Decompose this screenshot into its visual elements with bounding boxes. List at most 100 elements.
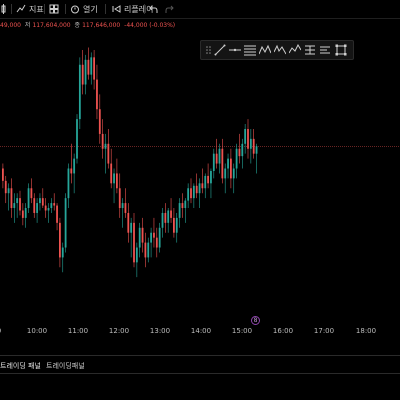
candle [90,52,93,85]
candle [210,168,212,199]
time-axis-tick: 17:00 [313,327,335,335]
candle [41,188,44,209]
candle [101,119,104,159]
candle [127,203,130,243]
elliott-icon[interactable] [274,44,286,56]
candle [30,178,33,204]
candle [24,203,27,228]
candle [238,133,241,164]
candle [84,54,87,95]
time-axis-tick-partial: 0 [0,327,1,335]
candle [255,143,258,174]
candle [158,222,161,253]
candle [164,203,167,233]
candle [249,128,252,164]
candle [50,198,53,213]
candle [118,173,121,218]
candle [221,138,224,184]
measure-icon[interactable] [304,44,316,56]
candle [133,212,135,268]
candle [147,237,150,263]
candle [161,208,164,238]
candle [93,49,95,90]
candle [187,183,190,209]
candle [76,114,78,164]
candle [184,198,187,223]
candle [70,143,73,184]
time-axis-tick: 10:00 [26,327,48,335]
candle [61,242,64,273]
candle [241,138,244,169]
candle [215,138,218,169]
candle [33,193,36,218]
candle [113,168,115,204]
candle [232,163,235,194]
time-axis-tick: 15:00 [231,327,253,335]
horizontal-line-icon[interactable] [229,44,241,56]
range-icon[interactable] [289,44,301,56]
candle [173,208,175,238]
fib-icon[interactable] [244,44,256,56]
trend-line-icon[interactable] [214,44,226,56]
candle [59,217,61,268]
candle [230,148,232,189]
candle [104,133,107,174]
candle [141,217,144,253]
candle [150,227,152,258]
candle [21,203,24,226]
candle [56,203,58,231]
pattern-icon[interactable] [259,44,271,56]
candle [167,208,170,233]
candle [218,143,221,174]
candle [153,217,155,248]
long-position-icon[interactable] [319,44,331,56]
candle [138,222,141,258]
candle [87,47,90,80]
time-axis-tick: 11:00 [67,327,89,335]
candle [116,158,118,194]
candle [44,198,47,218]
candle [19,190,21,216]
candle [144,232,147,268]
candle [27,183,30,213]
candle [192,183,195,209]
candle [170,198,172,223]
candle [178,198,181,228]
candle [13,193,16,223]
candle [244,124,247,154]
candle [207,163,209,189]
candle [4,175,7,204]
candle [107,128,110,169]
candle [36,198,38,223]
candle [204,173,207,199]
candle [175,212,178,243]
candle [67,163,70,209]
candle [155,227,158,258]
price-chart[interactable] [0,0,400,400]
candle [247,119,249,159]
candle [64,193,67,253]
candle [224,163,227,194]
candle [252,128,255,159]
candle [81,49,84,95]
time-axis-tick: 14:00 [190,327,212,335]
candle [98,94,101,144]
candle [16,193,19,218]
candle [39,193,41,211]
candle [135,242,138,278]
candle [73,153,76,194]
candle [212,148,215,179]
candle [47,203,50,223]
candle [201,168,204,194]
event-marker[interactable]: 8 [251,316,260,325]
drawing-toolbar [200,40,354,60]
frame-icon[interactable] [335,44,347,56]
tab-trading-panel[interactable]: 트레이딩 패널 [0,361,41,371]
candle [7,183,10,211]
candle [110,148,113,189]
candle [121,198,124,228]
candle [190,178,192,204]
tab-trading-panel-2[interactable]: 트레이딩패널 [46,361,85,371]
candle [130,217,133,258]
time-axis-tick: 18:00 [355,327,377,335]
